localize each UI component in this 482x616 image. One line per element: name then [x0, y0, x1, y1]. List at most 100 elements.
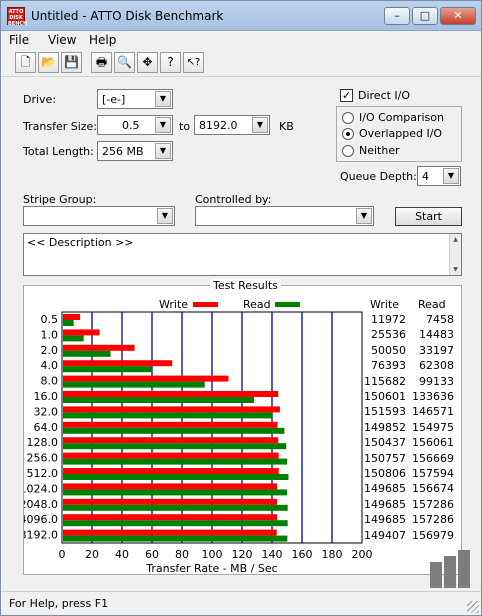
write-bar	[63, 391, 279, 397]
logo-watermark-icon	[430, 550, 470, 588]
io-comparison-label[interactable]: I/O Comparison	[359, 111, 444, 124]
read-value-cell: 146571	[412, 405, 454, 419]
close-button[interactable]: ✕	[440, 7, 476, 25]
write-bar	[63, 529, 277, 536]
read-bar	[63, 427, 285, 434]
queue-depth-select[interactable]: 4 ▼	[417, 166, 461, 186]
controlled-by-select[interactable]: ▼	[195, 206, 374, 226]
write-bar	[63, 483, 278, 490]
open-folder-icon[interactable]: 📂	[38, 52, 59, 73]
new-file-icon[interactable]: 🗋	[15, 52, 36, 73]
read-bar	[63, 366, 153, 373]
title-bar[interactable]: ATTO DISK BENCH Untitled - ATTO Disk Ben…	[1, 1, 481, 31]
status-text: For Help, press F1	[9, 597, 109, 610]
menu-file[interactable]: File	[9, 33, 29, 47]
stripe-group-select[interactable]: ▼	[23, 206, 175, 226]
chevron-down-icon[interactable]: ▼	[155, 143, 171, 159]
transfer-size-from-select[interactable]: 0.5 ▼	[97, 115, 173, 135]
save-icon[interactable]: 💾	[61, 52, 82, 73]
read-bar	[63, 504, 288, 511]
y-tick-label: 16.0	[34, 390, 59, 403]
total-length-label: Total Length:	[23, 145, 94, 158]
test-results-panel: Test Results Write Read Write Read 0 20 40…	[23, 279, 462, 575]
resize-grip-icon[interactable]	[467, 601, 479, 613]
read-value-cell: 7458	[426, 313, 454, 326]
y-tick-label: 8.0	[41, 375, 59, 388]
y-tick-label: 64.0	[34, 421, 59, 434]
read-bar	[63, 335, 84, 342]
write-bar	[63, 314, 81, 320]
total-length-select[interactable]: 256 MB ▼	[97, 141, 173, 161]
chevron-down-icon[interactable]: ▼	[252, 117, 268, 133]
neither-radio[interactable]	[342, 145, 354, 157]
read-bar	[63, 535, 288, 542]
y-tick-label: 4.0	[41, 359, 59, 372]
to-label: to	[179, 120, 191, 133]
x-tick-label: 0	[59, 548, 66, 561]
y-tick-label: 0.5	[41, 313, 59, 326]
x-tick-label: 160	[292, 548, 313, 561]
read-value-cell: 156061	[412, 436, 454, 450]
menu-bar: File View Help	[1, 31, 481, 49]
chevron-down-icon[interactable]: ▼	[155, 91, 171, 107]
drive-label: Drive:	[23, 93, 57, 106]
y-tick-label: 2.0	[41, 344, 59, 357]
overlapped-io-radio[interactable]	[342, 128, 354, 140]
transfer-size-to-select[interactable]: 8192.0 ▼	[194, 115, 270, 135]
scroll-down-icon[interactable]: ▼	[450, 264, 461, 275]
queue-depth-label: Queue Depth:	[340, 170, 417, 183]
write-value-cell: 149685	[364, 482, 406, 496]
print-icon[interactable]: 🖶	[91, 52, 112, 73]
chevron-down-icon[interactable]: ▼	[356, 208, 372, 224]
io-comparison-radio[interactable]	[342, 112, 354, 124]
read-value-cell: 99133	[419, 374, 454, 388]
read-value-cell: 157286	[412, 513, 454, 527]
write-value-cell: 150757	[364, 451, 406, 465]
x-tick-label: 20	[85, 548, 99, 561]
atto-app-icon[interactable]: ATTO DISK BENCH	[7, 7, 27, 27]
neither-label[interactable]: Neither	[359, 144, 400, 157]
write-bar	[63, 406, 280, 413]
write-value-cell: 149685	[364, 497, 406, 511]
context-help-icon[interactable]: ↖?	[183, 52, 204, 73]
write-value-cell: 149407	[364, 528, 406, 542]
read-value-cell: 156674	[412, 482, 454, 496]
y-tick-label: 256.0	[27, 452, 59, 465]
chevron-down-icon[interactable]: ▼	[443, 168, 459, 184]
read-bar	[63, 350, 111, 357]
read-value-cell: 133636	[412, 390, 454, 403]
write-value-cell: 149852	[364, 420, 406, 434]
print-preview-icon[interactable]: 🔍	[114, 52, 135, 73]
toolbar: 🗋 📂 💾 🖶 🔍 ✥ ? ↖?	[1, 49, 481, 77]
write-value-cell: 149685	[364, 513, 406, 527]
menu-view[interactable]: View	[48, 33, 76, 47]
kb-label: KB	[279, 120, 294, 133]
help-icon[interactable]: ?	[160, 52, 181, 73]
y-tick-label: 512.0	[27, 467, 59, 480]
y-tick-label: 128.0	[27, 436, 59, 449]
read-value-cell: 156669	[412, 451, 454, 465]
move-icon[interactable]: ✥	[137, 52, 158, 73]
description-textarea[interactable]: << Description >> ▲ ▼	[23, 233, 462, 276]
x-tick-label: 40	[115, 548, 129, 561]
scroll-up-icon[interactable]: ▲	[450, 234, 461, 245]
overlapped-io-label[interactable]: Overlapped I/O	[359, 127, 442, 140]
direct-io-checkbox[interactable]: ✓	[340, 89, 353, 102]
maximize-button[interactable]: □	[412, 7, 438, 25]
minimize-button[interactable]: –	[384, 7, 410, 25]
x-tick-label: 60	[145, 548, 159, 561]
read-value-cell: 14483	[419, 328, 454, 342]
write-bar	[63, 468, 279, 474]
description-scrollbar[interactable]: ▲ ▼	[449, 234, 461, 275]
transfer-from-value: 0.5	[122, 119, 140, 132]
chevron-down-icon[interactable]: ▼	[155, 117, 171, 133]
write-bar	[63, 421, 278, 428]
controlled-by-label: Controlled by:	[195, 193, 272, 206]
start-button[interactable]: Start	[395, 207, 462, 226]
chevron-down-icon[interactable]: ▼	[157, 208, 173, 224]
y-tick-label: 1.0	[41, 328, 59, 341]
drive-select[interactable]: [-e-] ▼	[97, 89, 173, 109]
direct-io-label[interactable]: Direct I/O	[358, 89, 410, 102]
write-bar	[63, 375, 229, 382]
menu-help[interactable]: Help	[89, 33, 116, 47]
